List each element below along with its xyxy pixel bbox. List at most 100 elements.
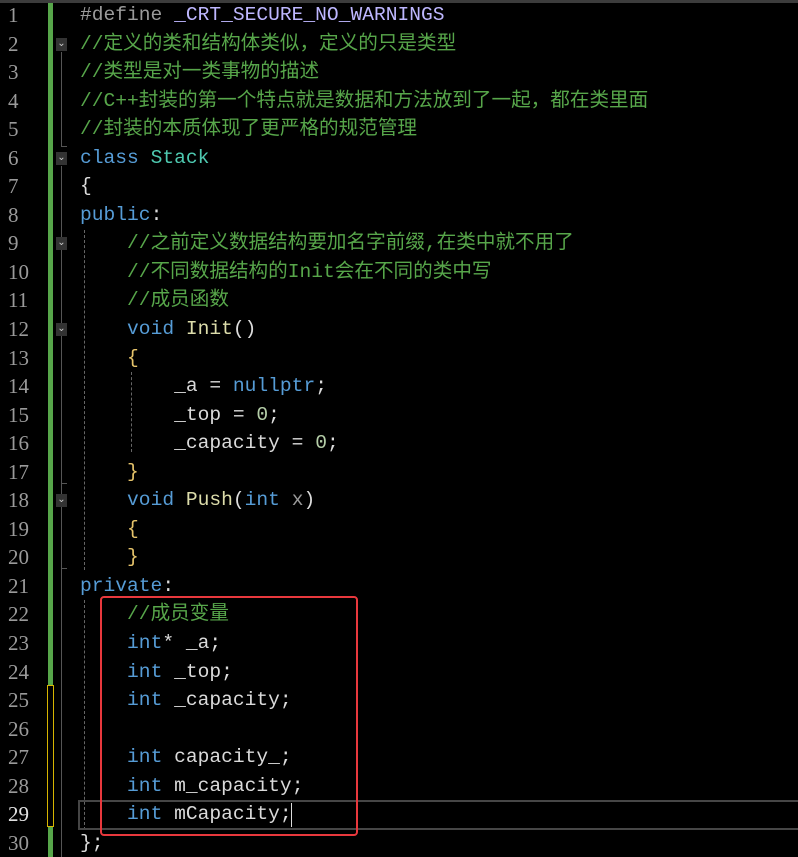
code-line[interactable]: void Init() [80, 315, 648, 344]
line-number: 26 [8, 716, 29, 741]
fold-toggle-icon[interactable]: ⌄ [56, 237, 67, 250]
code-token: } [80, 831, 92, 854]
fold-region-line [61, 52, 62, 146]
code-token: : [150, 203, 163, 226]
code-line[interactable]: { [80, 344, 648, 373]
code-token: class [80, 146, 151, 169]
line-number: 15 [8, 402, 29, 427]
code-line[interactable]: //定义的类和结构体类似，定义的只是类型 [80, 30, 648, 59]
code-line[interactable]: _a = nullptr; [80, 372, 648, 401]
code-token: = [221, 403, 257, 426]
code-token: _a [174, 375, 198, 398]
code-token: { [127, 517, 139, 540]
code-token: Stack [150, 146, 210, 169]
code-line[interactable]: #define _CRT_SECURE_NO_WARNINGS [80, 1, 648, 30]
line-number-gutter: 1 2 3 4 5 6 7 8 9 10 11 12 13 14 15 16 17 18 19 20 21 22 23 24 2… [0, 1, 46, 857]
code-line[interactable]: _capacity = 0; [80, 429, 648, 458]
code-line[interactable]: class Stack [80, 144, 648, 173]
fold-region-end [61, 483, 67, 484]
fold-region-end [61, 146, 67, 147]
code-token: ; [268, 403, 280, 426]
code-line[interactable]: //类型是对一类事物的描述 [80, 58, 648, 87]
code-token: #define [80, 4, 175, 26]
code-token: 0 [256, 403, 269, 426]
line-number: 13 [8, 345, 29, 370]
unsaved-changes-bar [47, 685, 54, 827]
line-number: 7 [8, 174, 19, 199]
code-token: //类型是对一类事物的描述 [80, 61, 320, 84]
fold-toggle-icon[interactable]: ⌄ [56, 323, 67, 336]
line-number: 16 [8, 431, 29, 456]
line-number: 5 [8, 117, 19, 142]
annotation-highlight-box [100, 596, 358, 836]
code-line[interactable]: public: [80, 201, 648, 230]
line-number: 14 [8, 374, 29, 399]
line-number: 21 [8, 573, 29, 598]
line-number: 3 [8, 60, 19, 85]
line-number: 2 [8, 31, 19, 56]
line-number: 6 [8, 145, 19, 170]
line-number: 27 [8, 745, 29, 770]
code-token: //C++封装的第一个特点就是数据和方法放到了一起，都在类里面 [80, 89, 649, 112]
code-token: 0 [315, 432, 327, 455]
code-token: = [279, 432, 316, 455]
code-line[interactable]: _top = 0; [80, 401, 648, 430]
fold-toggle-icon[interactable]: ⌄ [56, 38, 67, 51]
code-line[interactable]: //不同数据结构的Init会在不同的类中写 [80, 258, 648, 287]
code-line[interactable]: //C++封装的第一个特点就是数据和方法放到了一起，都在类里面 [80, 87, 648, 116]
line-number: 12 [8, 317, 29, 342]
fold-toggle-icon[interactable]: ⌄ [56, 152, 67, 165]
code-token: ; [326, 432, 339, 455]
code-token: int [244, 489, 292, 512]
code-token: void [127, 489, 186, 512]
code-token: //定义的类和结构体类似，定义的只是类型 [80, 32, 457, 55]
fold-toggle-icon[interactable]: ⌄ [56, 494, 67, 507]
code-token: private [80, 574, 163, 597]
code-line[interactable]: { [80, 515, 648, 544]
code-token: //成员函数 [127, 289, 229, 312]
code-line[interactable]: } [80, 458, 648, 487]
code-token: = [197, 375, 233, 398]
code-token: //之前定义数据结构要加名字前缀,在类中就不用了 [127, 232, 574, 255]
code-line[interactable]: //成员函数 [80, 286, 648, 315]
code-token: ; [315, 375, 327, 398]
code-token: } [127, 460, 139, 483]
code-line[interactable]: //之前定义数据结构要加名字前缀,在类中就不用了 [80, 229, 648, 258]
code-token: public [80, 203, 151, 226]
line-number: 9 [8, 231, 19, 256]
code-line[interactable]: { [80, 172, 648, 201]
code-token: : [162, 574, 175, 597]
code-token: { [127, 346, 139, 369]
line-number: 18 [8, 488, 29, 513]
code-token: void [127, 318, 186, 341]
code-token: Init [185, 318, 233, 341]
line-number: 19 [8, 516, 29, 541]
code-token: //封装的本质体现了更严格的规范管理 [80, 118, 418, 141]
line-number: 1 [8, 3, 19, 27]
line-number: 29 [8, 802, 29, 827]
line-number: 20 [8, 545, 29, 570]
code-line[interactable]: } [80, 543, 648, 572]
code-token: x [291, 489, 304, 512]
line-number: 11 [8, 288, 29, 313]
code-token: _CRT_SECURE_NO_WARNINGS [174, 4, 445, 26]
fold-region-end [61, 568, 67, 569]
code-token: _top [174, 403, 222, 426]
code-token: { [80, 175, 92, 198]
code-line[interactable]: void Push(int x) [80, 486, 648, 515]
line-number: 22 [8, 602, 29, 627]
line-number: 23 [8, 631, 29, 656]
line-number: 30 [8, 830, 29, 855]
code-line[interactable]: //封装的本质体现了更严格的规范管理 [80, 115, 648, 144]
code-token: Push [185, 489, 233, 512]
